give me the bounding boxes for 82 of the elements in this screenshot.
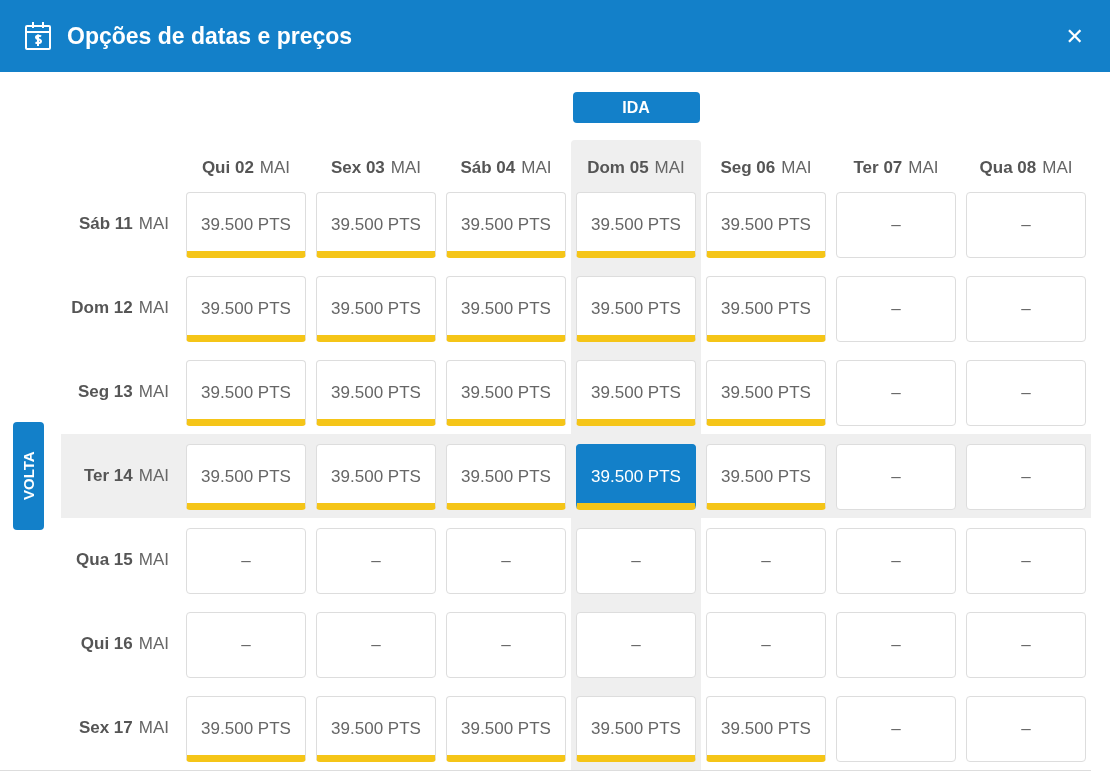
column-date: Sáb 04 <box>460 158 516 178</box>
empty-cell[interactable]: – <box>836 276 956 342</box>
column-month: MAI <box>1042 158 1073 178</box>
empty-cell[interactable]: – <box>316 528 436 594</box>
empty-cell[interactable]: – <box>316 612 436 678</box>
price-cell[interactable]: 39.500 PTS <box>706 276 826 342</box>
calendar-icon <box>24 21 52 51</box>
empty-cell[interactable]: – <box>576 528 696 594</box>
column-date: Sex 03 <box>330 158 385 178</box>
close-button[interactable]: ✕ <box>1063 23 1086 49</box>
price-cell[interactable]: 39.500 PTS <box>576 444 696 510</box>
price-cell[interactable]: 39.500 PTS <box>576 276 696 342</box>
row-month: MAI <box>138 718 169 738</box>
price-cell[interactable]: 39.500 PTS <box>706 444 826 510</box>
empty-cell[interactable]: – <box>706 528 826 594</box>
price-cell[interactable]: 39.500 PTS <box>316 696 436 762</box>
price-cell[interactable]: 39.500 PTS <box>186 444 306 510</box>
price-cell[interactable]: 39.500 PTS <box>706 192 826 258</box>
empty-cell[interactable]: – <box>836 696 956 762</box>
price-cell[interactable]: 39.500 PTS <box>186 276 306 342</box>
empty-cell[interactable]: – <box>446 612 566 678</box>
row-date: Sex 17 <box>78 718 133 738</box>
price-cell[interactable]: 39.500 PTS <box>186 360 306 426</box>
row-month: MAI <box>138 550 169 570</box>
empty-cell[interactable]: – <box>836 360 956 426</box>
row-date: Qua 15 <box>76 550 133 570</box>
column-date: Dom 05 <box>587 158 649 178</box>
empty-cell[interactable]: – <box>186 528 306 594</box>
row-date: Sáb 11 <box>78 214 133 234</box>
column-date: Ter 07 <box>853 158 903 178</box>
column-date: Qui 02 <box>201 158 254 178</box>
empty-cell[interactable]: – <box>706 612 826 678</box>
empty-cell[interactable]: – <box>576 612 696 678</box>
column-month: MAI <box>654 158 685 178</box>
column-month: MAI <box>908 158 939 178</box>
price-cell[interactable]: 39.500 PTS <box>576 192 696 258</box>
price-cell[interactable]: 39.500 PTS <box>186 696 306 762</box>
row-date: Qui 16 <box>80 634 133 654</box>
empty-cell[interactable]: – <box>446 528 566 594</box>
price-cell[interactable]: 39.500 PTS <box>316 444 436 510</box>
row-date: Ter 14 <box>83 466 133 486</box>
price-cell[interactable]: 39.500 PTS <box>316 360 436 426</box>
empty-cell[interactable]: – <box>836 612 956 678</box>
price-cell[interactable]: 39.500 PTS <box>576 696 696 762</box>
empty-cell[interactable]: – <box>966 444 1086 510</box>
row-date: Seg 13 <box>77 382 133 402</box>
column-month: MAI <box>781 158 812 178</box>
column-date: Qua 08 <box>979 158 1037 178</box>
dialog-title: Opções de datas e preços <box>67 22 354 50</box>
outbound-label: IDA <box>572 92 700 123</box>
row-month: MAI <box>138 634 169 654</box>
empty-cell[interactable]: – <box>836 528 956 594</box>
return-label: VOLTA <box>13 422 44 530</box>
empty-cell[interactable]: – <box>966 276 1086 342</box>
price-cell[interactable]: 39.500 PTS <box>446 192 566 258</box>
empty-cell[interactable]: – <box>966 360 1086 426</box>
price-cell[interactable]: 39.500 PTS <box>706 360 826 426</box>
price-cell[interactable]: 39.500 PTS <box>446 696 566 762</box>
column-month: MAI <box>259 158 291 178</box>
column-date: Seg 06 <box>720 158 776 178</box>
price-cell[interactable]: 39.500 PTS <box>316 276 436 342</box>
price-cell[interactable]: 39.500 PTS <box>446 360 566 426</box>
price-cell[interactable]: 39.500 PTS <box>576 360 696 426</box>
row-date: Dom 12 <box>71 298 133 318</box>
empty-cell[interactable]: – <box>966 696 1086 762</box>
row-month: MAI <box>138 298 169 318</box>
price-cell[interactable]: 39.500 PTS <box>316 192 436 258</box>
empty-cell[interactable]: – <box>966 528 1086 594</box>
price-cell[interactable]: 39.500 PTS <box>446 276 566 342</box>
price-cell[interactable]: 39.500 PTS <box>186 192 306 258</box>
empty-cell[interactable]: – <box>836 444 956 510</box>
price-cell[interactable]: 39.500 PTS <box>706 696 826 762</box>
row-month: MAI <box>138 382 169 402</box>
empty-cell[interactable]: – <box>836 192 956 258</box>
row-month: MAI <box>138 214 169 234</box>
column-month: MAI <box>390 158 422 178</box>
empty-cell[interactable]: – <box>966 192 1086 258</box>
empty-cell[interactable]: – <box>186 612 306 678</box>
row-month: MAI <box>138 466 169 486</box>
column-month: MAI <box>521 158 552 178</box>
price-cell[interactable]: 39.500 PTS <box>446 444 566 510</box>
empty-cell[interactable]: – <box>966 612 1086 678</box>
